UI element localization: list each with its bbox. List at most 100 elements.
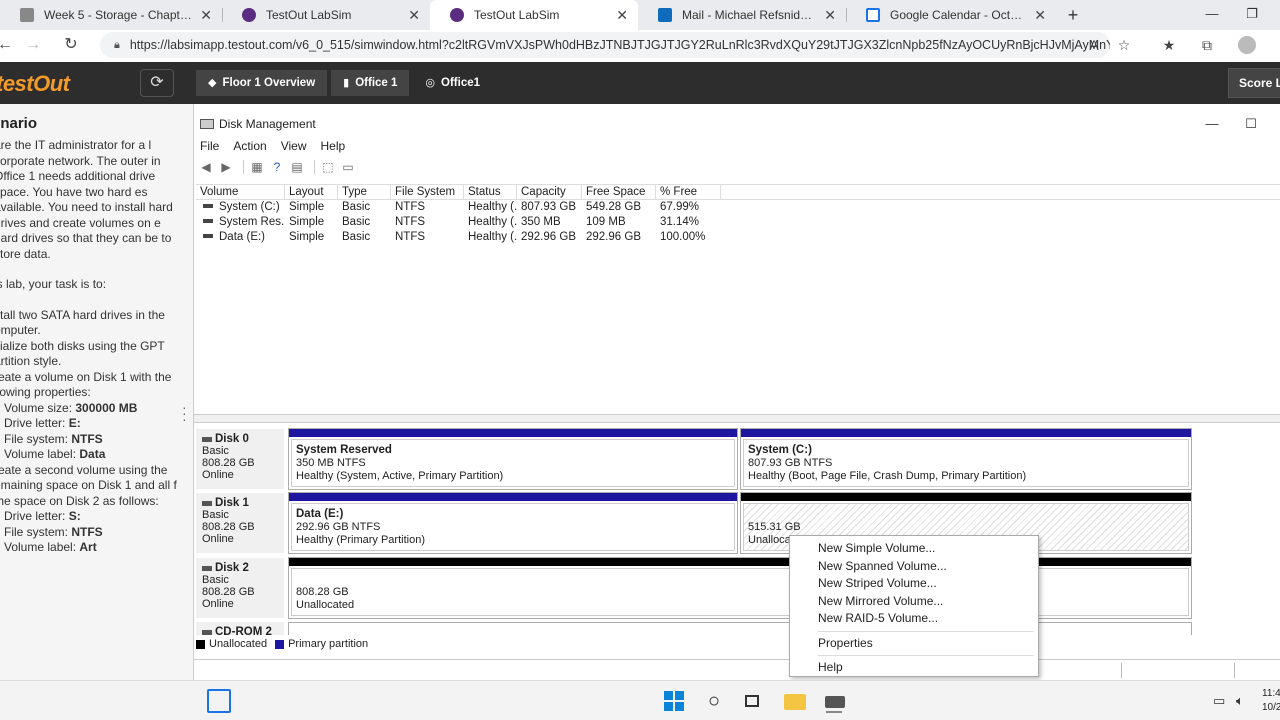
console-tree-icon[interactable]: ▦ [249,160,265,174]
pane-splitter[interactable] [194,414,1280,423]
menu-view[interactable]: View [281,139,307,153]
menu-help[interactable]: Help [790,659,1038,677]
properties-icon[interactable]: ▤ [289,160,305,174]
volume-list-header: Volume Layout Type File System Status Ca… [196,184,1280,200]
scenario-pane: enario are the IT administrator for a l … [0,104,194,680]
breadcrumb-office1-computer[interactable]: ◎ Office1 [413,70,492,96]
cdrom-partition[interactable] [288,622,1192,635]
favorites-icon[interactable]: ★ [1160,36,1178,54]
tab-title: TestOut LabSim [266,8,352,22]
disk-1-label[interactable]: Disk 1 Basic 808.28 GB Online [196,493,284,553]
view-icon[interactable]: ▭ [340,160,356,174]
partition-disk2-unallocated[interactable]: 808.28 GB Unallocated [288,557,1192,619]
snap-layout-icon[interactable] [207,689,231,713]
menu-new-mirrored-volume[interactable]: New Mirrored Volume... [790,593,1038,611]
address-field[interactable]: 🔒︎ https://labsimapp.testout.com/v6_0_51… [100,32,1110,58]
window-title-bar: Disk Management [200,117,316,131]
rescan-icon[interactable]: ⬚ [320,160,336,174]
clock[interactable]: 11:4 10/2 [1262,687,1280,715]
table-row[interactable]: Data (E:) Simple Basic NTFS Healthy (...… [196,230,1280,245]
maximize-icon[interactable]: ☐ [1241,116,1261,132]
column-volume[interactable]: Volume [196,185,285,199]
scenario-intro: are the IT administrator for a l corpora… [0,138,173,261]
column-status[interactable]: Status [464,185,517,199]
scenario-task-intro: is lab, your task is to: [0,277,107,291]
lab-refresh-button[interactable]: ⟳ [140,69,174,97]
back-icon[interactable]: ◀ [198,160,214,174]
collections-icon[interactable]: ⧉ [1198,36,1216,54]
menu-new-raid5-volume[interactable]: New RAID-5 Volume... [790,610,1038,628]
menu-help[interactable]: Help [321,139,346,153]
table-row[interactable]: System Res... Simple Basic NTFS Healthy … [196,215,1280,230]
browser-tab-labsim-active[interactable]: TestOut LabSim ✕ [430,0,638,30]
restore-icon[interactable]: ❐ [1232,0,1272,30]
scenario-step: stall two SATA hard drives in the ompute… [0,307,165,338]
close-icon[interactable]: ✕ [616,7,628,24]
read-aloud-icon[interactable]: A [1085,36,1103,54]
task-view-icon[interactable] [741,689,765,713]
column-type[interactable]: Type [338,185,391,199]
menu-bar: File Action View Help [200,139,359,153]
help-icon[interactable]: ? [269,160,285,174]
disk-management-taskbar-icon[interactable] [822,689,846,713]
column-percent-free[interactable]: % Free [656,185,721,199]
browser-tab-calendar[interactable]: Google Calendar - October 2022 ✕ [846,0,1056,30]
status-bar [194,659,1280,678]
start-icon[interactable] [662,689,686,713]
menu-file[interactable]: File [200,139,219,153]
tab-title: TestOut LabSim [474,8,560,22]
column-free-space[interactable]: Free Space [582,185,656,199]
tab-title: Google Calendar - October 2022 [890,8,1026,22]
profile-avatar[interactable] [1238,36,1256,54]
close-icon[interactable]: ✕ [824,7,836,24]
context-menu: New Simple Volume... New Spanned Volume.… [789,535,1039,677]
browser-tab-week5[interactable]: Week 5 - Storage - Chapter 5 - A ✕ [0,0,222,30]
file-explorer-icon[interactable] [782,689,806,713]
menu-action[interactable]: Action [233,139,266,153]
column-layout[interactable]: Layout [285,185,338,199]
forward-icon[interactable]: → [22,34,44,56]
network-icon[interactable]: ▭ [1213,693,1225,709]
pane-resize-handle[interactable]: · · · [182,400,187,426]
property-item: Drive letter: S: [0,509,180,525]
legend: Unallocated Primary partition [196,638,368,650]
column-file-system[interactable]: File System [391,185,464,199]
close-icon[interactable]: ✕ [200,7,212,24]
disk-0-label[interactable]: Disk 0 Basic 808.28 GB Online [196,429,284,489]
url-text: https://labsimapp.testout.com/v6_0_515/s… [129,38,1110,52]
browser-tab-labsim-1[interactable]: TestOut LabSim ✕ [222,0,430,30]
legend-label: Unallocated [209,638,268,650]
browser-tab-mail[interactable]: Mail - Michael Refsnider - Outlo ✕ [638,0,846,30]
layers-icon: ◆ [208,77,217,89]
disk-2-label[interactable]: Disk 2 Basic 808.28 GB Online [196,558,284,618]
favorite-add-icon[interactable]: ☆ [1115,36,1133,54]
testout-favicon-icon [242,8,256,22]
table-row[interactable]: System (C:) Simple Basic NTFS Healthy (.… [196,200,1280,215]
partition-system-reserved[interactable]: System Reserved 350 MB NTFS Healthy (Sys… [288,428,738,490]
cdrom-label[interactable]: CD-ROM 2 [196,622,284,635]
menu-new-simple-volume[interactable]: New Simple Volume... [790,540,1038,558]
forward-icon[interactable]: ▶ [218,160,234,174]
lock-icon: 🔒︎ [114,38,120,51]
reload-icon[interactable]: ↻ [60,34,82,56]
close-icon[interactable]: ✕ [408,7,420,24]
volume-icon[interactable]: 🔈︎ [1236,693,1244,709]
menu-new-spanned-volume[interactable]: New Spanned Volume... [790,558,1038,576]
menu-properties[interactable]: Properties [790,635,1038,653]
minimize-icon[interactable]: — [1192,0,1232,30]
new-tab-button[interactable]: + [1062,4,1084,26]
minimize-icon[interactable]: — [1202,116,1222,131]
back-icon[interactable]: ← [0,34,16,56]
partition-data-e[interactable]: Data (E:) 292.96 GB NTFS Healthy (Primar… [288,492,738,554]
menu-new-striped-volume[interactable]: New Striped Volume... [790,575,1038,593]
partition-system-c[interactable]: System (C:) 807.93 GB NTFS Healthy (Boot… [740,428,1192,490]
building-icon: ▮ [343,77,350,89]
document-icon [20,8,34,22]
score-lab-button[interactable]: Score La [1228,68,1280,98]
close-icon[interactable]: ✕ [1034,7,1046,24]
breadcrumb-floor1[interactable]: ◆ Floor 1 Overview [196,70,328,96]
column-capacity[interactable]: Capacity [517,185,582,199]
search-icon[interactable]: ○ [702,689,726,713]
disk-icon [202,500,212,506]
breadcrumb-office1[interactable]: ▮ Office 1 [331,70,410,96]
